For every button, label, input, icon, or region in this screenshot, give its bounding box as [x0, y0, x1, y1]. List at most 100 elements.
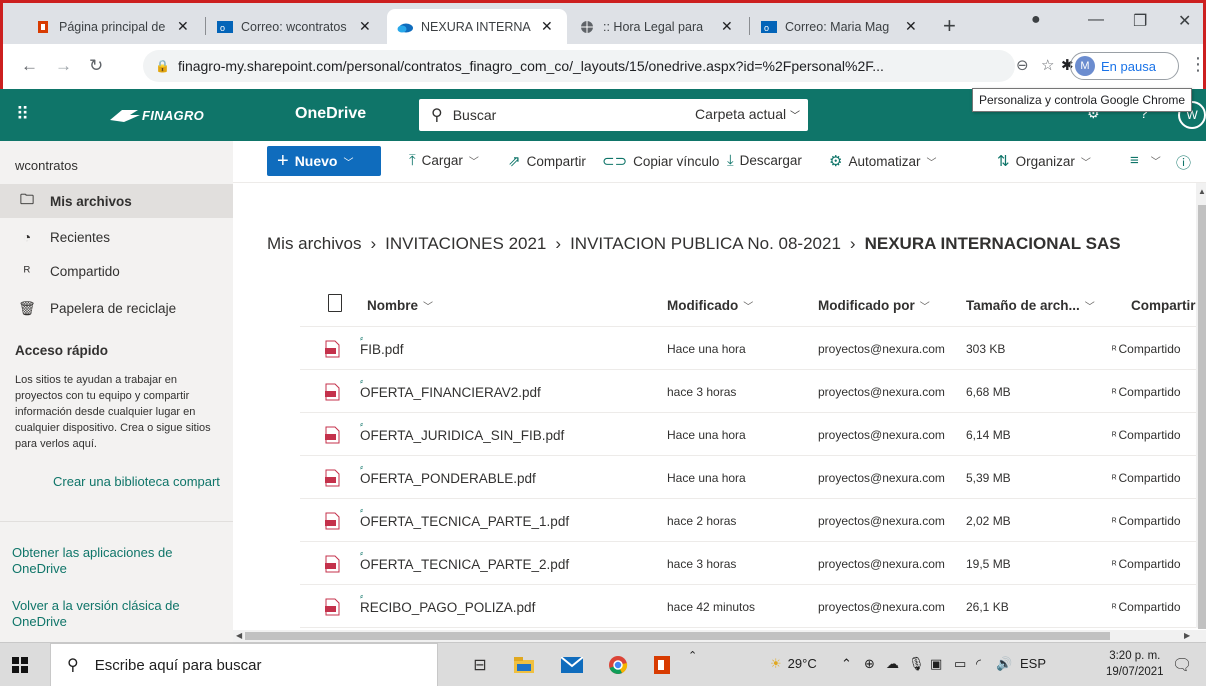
browser-tab-active[interactable]: NEXURA INTERNA ✕: [387, 9, 567, 44]
forward-icon[interactable]: →: [55, 56, 72, 76]
app-name[interactable]: OneDrive: [295, 105, 366, 123]
file-name[interactable]: RECIBO_PAGO_POLIZA.pdf: [360, 600, 535, 615]
notifications-icon[interactable]: 🗨: [1172, 655, 1192, 675]
file-sharing[interactable]: ᴿ Compartido: [1112, 471, 1206, 485]
create-library-link[interactable]: Crear una biblioteca compart: [53, 474, 233, 489]
copy-link-button[interactable]: ⊂⊃ Copiar vínculo: [602, 152, 719, 170]
screen-icon[interactable]: ▣: [930, 656, 942, 672]
file-sharing[interactable]: ᴿ Compartido: [1112, 514, 1206, 528]
organize-button[interactable]: ⇅ Organizar ﹀: [997, 152, 1091, 170]
file-size: 19,5 MB: [966, 557, 1011, 571]
language-indicator[interactable]: ESP: [1020, 656, 1046, 671]
close-tab-icon[interactable]: ✕: [177, 18, 193, 35]
tray-chevron-icon[interactable]: ⌃: [841, 656, 852, 672]
address-bar[interactable]: 🔒 finagro-my.sharepoint.com/personal/con…: [143, 50, 1015, 82]
close-tab-icon[interactable]: ✕: [721, 18, 737, 35]
file-type-icon[interactable]: [328, 294, 342, 312]
show-hidden-icons-icon[interactable]: ⌃: [688, 649, 697, 662]
nav-recientes[interactable]: ◔ Recientes: [0, 220, 233, 254]
file-name[interactable]: FIB.pdf: [360, 342, 404, 357]
restore-icon[interactable]: ❐: [1133, 11, 1147, 31]
tray-app-icon[interactable]: ⊕: [864, 656, 875, 672]
close-tab-icon[interactable]: ✕: [359, 18, 375, 35]
file-row[interactable]: ⸗ OFERTA_FINANCIERAV2.pdf hace 3 horas proy…: [300, 370, 1206, 413]
column-modified[interactable]: Modificado ﹀: [667, 298, 753, 313]
chrome-icon[interactable]: [606, 653, 630, 677]
file-sharing[interactable]: ᴿ Compartido: [1112, 557, 1206, 571]
file-row[interactable]: ⸗ OFERTA_TECNICA_PARTE_2.pdf hace 3 horas p…: [300, 542, 1206, 585]
profile-button[interactable]: M En pausa: [1070, 52, 1179, 80]
close-window-icon[interactable]: ✕: [1178, 11, 1191, 31]
breadcrumb-item[interactable]: Mis archivos: [267, 234, 361, 253]
close-tab-icon[interactable]: ✕: [905, 18, 921, 35]
windows-start-icon[interactable]: [12, 657, 28, 673]
scroll-up-icon[interactable]: ▲: [1198, 187, 1206, 196]
horizontal-scroll-thumb[interactable]: [245, 632, 1110, 640]
minimize-icon[interactable]: —: [1088, 11, 1104, 29]
nav-compartido[interactable]: ᴿ Compartido: [0, 254, 233, 288]
classic-view-link[interactable]: Volver a la versión clásica de OneDrive: [12, 598, 222, 630]
nav-papelera[interactable]: 🗑 Papelera de reciclaje: [0, 291, 233, 325]
view-options-button[interactable]: ≡ ﹀: [1130, 152, 1161, 169]
file-sharing[interactable]: ᴿ Compartido: [1112, 385, 1206, 399]
search-box[interactable]: ⚲ Buscar Carpeta actual ﹀: [419, 99, 808, 131]
browser-tab-mail-2[interactable]: o Correo: Maria Mag ✕: [751, 9, 931, 44]
vertical-scroll-thumb[interactable]: [1198, 205, 1206, 629]
file-name[interactable]: OFERTA_PONDERABLE.pdf: [360, 471, 536, 486]
automate-button[interactable]: ⚙ Automatizar ﹀: [829, 152, 936, 170]
bookmark-star-icon[interactable]: ☆: [1041, 56, 1054, 74]
office-icon[interactable]: [650, 653, 674, 677]
file-name[interactable]: OFERTA_FINANCIERAV2.pdf: [360, 385, 541, 400]
new-tab-button[interactable]: +: [943, 13, 956, 39]
browser-tab-hora[interactable]: :: Hora Legal para ✕: [569, 9, 747, 44]
app-launcher-icon[interactable]: ⠿: [16, 104, 29, 125]
file-sharing[interactable]: ᴿ Compartido: [1112, 342, 1206, 356]
browser-tab-office[interactable]: Página principal de ✕: [25, 9, 203, 44]
file-sharing[interactable]: ᴿ Compartido: [1112, 428, 1206, 442]
get-apps-link[interactable]: Obtener las aplicaciones de OneDrive: [12, 545, 222, 577]
file-sharing[interactable]: ᴿ Compartido: [1112, 600, 1206, 614]
file-row[interactable]: ⸗ RECIBO_PAGO_POLIZA.pdf hace 42 minutos pr…: [300, 585, 1206, 628]
file-row[interactable]: ⸗ OFERTA_PONDERABLE.pdf Hace una hora proye…: [300, 456, 1206, 499]
taskbar-clock[interactable]: 3:20 p. m. 19/07/2021: [1106, 648, 1164, 680]
back-icon[interactable]: ←: [21, 56, 38, 76]
scroll-left-icon[interactable]: ◀: [236, 631, 242, 640]
file-row[interactable]: ⸗ OFERTA_JURIDICA_SIN_FIB.pdf Hace una hor…: [300, 413, 1206, 456]
scroll-right-icon[interactable]: ▶: [1184, 631, 1190, 640]
breadcrumb-item[interactable]: INVITACION PUBLICA No. 08-2021: [570, 234, 841, 253]
close-tab-icon[interactable]: ✕: [541, 18, 557, 35]
new-button[interactable]: + Nuevo ﹀: [267, 146, 381, 176]
info-button[interactable]: ⓘ: [1176, 152, 1197, 173]
file-name[interactable]: OFERTA_TECNICA_PARTE_1.pdf: [360, 514, 569, 529]
microphone-icon[interactable]: 🎙: [908, 656, 925, 672]
reload-icon[interactable]: ↻: [89, 56, 103, 76]
browser-tab-mail[interactable]: o Correo: wcontratos ✕: [207, 9, 385, 44]
column-sharing[interactable]: Compartir: [1131, 298, 1196, 313]
taskbar-search[interactable]: ⚲ Escribe aquí para buscar: [50, 643, 438, 686]
column-name[interactable]: Nombre ﹀: [367, 298, 433, 313]
tab-search-icon[interactable]: ●: [1031, 11, 1041, 29]
upload-button[interactable]: ⤒ Cargar ﹀: [409, 152, 479, 169]
column-modified-by[interactable]: Modificado por ﹀: [818, 298, 930, 313]
breadcrumb-item[interactable]: INVITACIONES 2021: [385, 234, 546, 253]
volume-icon[interactable]: 🔊: [996, 656, 1012, 672]
task-view-icon[interactable]: ⊟: [468, 653, 492, 677]
file-row[interactable]: ⸗ OFERTA_TECNICA_PARTE_1.pdf hace 2 horas p…: [300, 499, 1206, 542]
share-button[interactable]: ⇗ Compartir: [508, 152, 586, 170]
column-size[interactable]: Tamaño de arch... ﹀: [966, 298, 1095, 313]
finagro-logo[interactable]: FINAGRO: [108, 106, 204, 124]
search-scope-dropdown[interactable]: Carpeta actual ﹀: [695, 106, 800, 122]
mail-icon[interactable]: [560, 653, 584, 677]
file-row[interactable]: ⸗ FIB.pdf Hace una hora proyectos@nexura.co…: [300, 327, 1206, 370]
zoom-icon[interactable]: ⊖: [1016, 56, 1029, 74]
battery-icon[interactable]: ▭: [954, 656, 966, 672]
weather-widget[interactable]: ☀ 29°C: [770, 656, 817, 672]
wifi-icon[interactable]: ◜: [976, 656, 981, 672]
file-explorer-icon[interactable]: [512, 653, 536, 677]
onedrive-tray-icon[interactable]: ☁: [886, 656, 899, 672]
nav-mis-archivos[interactable]: 🗀 Mis archivos: [0, 184, 233, 218]
file-name[interactable]: OFERTA_JURIDICA_SIN_FIB.pdf: [360, 428, 564, 443]
file-name[interactable]: OFERTA_TECNICA_PARTE_2.pdf: [360, 557, 569, 572]
chrome-menu-icon[interactable]: ⋮: [1189, 54, 1206, 75]
download-button[interactable]: ⤓ Descargar: [727, 152, 802, 169]
